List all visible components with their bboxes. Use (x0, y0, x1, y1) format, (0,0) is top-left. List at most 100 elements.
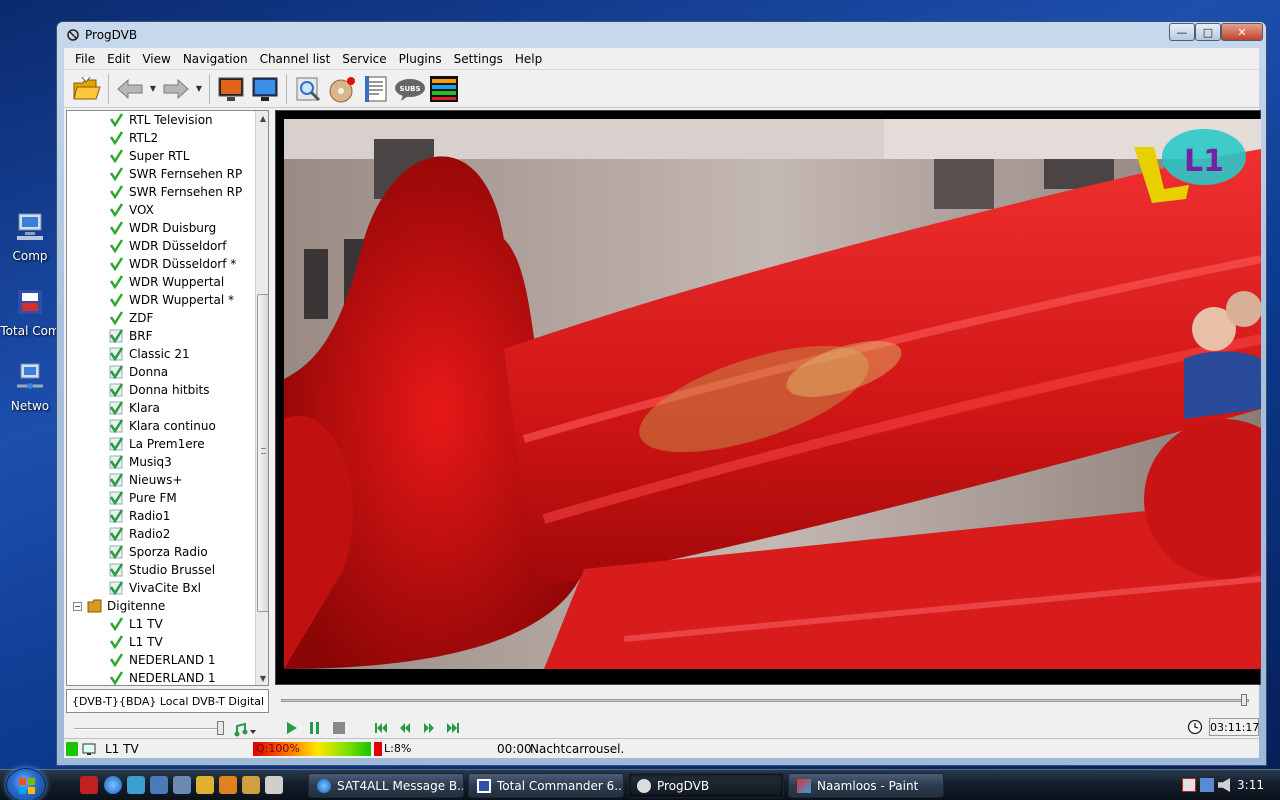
quicklaunch-pencil-icon[interactable] (242, 776, 260, 794)
channel-item[interactable]: L1 TV (109, 615, 163, 633)
tree-expander[interactable]: − (73, 601, 82, 611)
subtitles-button[interactable]: SUBS (393, 73, 427, 105)
channel-item[interactable]: WDR Wuppertal (109, 273, 224, 291)
seek-bar[interactable] (279, 691, 1253, 711)
open-button[interactable] (70, 73, 104, 105)
seek-thumb[interactable] (1241, 694, 1247, 706)
volume-slider-thumb[interactable] (217, 721, 224, 735)
menu-help[interactable]: Help (509, 52, 548, 66)
channel-item[interactable]: WDR Düsseldorf (109, 237, 226, 255)
rewind-button[interactable] (393, 717, 417, 739)
channel-item[interactable]: Donna hitbits (109, 381, 210, 399)
clock-icon[interactable] (1187, 719, 1203, 735)
quicklaunch-notes-icon[interactable] (196, 776, 214, 794)
scrollbar-thumb[interactable] (257, 294, 268, 612)
tv-mode-button[interactable] (214, 73, 248, 105)
channel-item[interactable]: Super RTL (109, 147, 189, 165)
tray-network-icon[interactable] (1182, 778, 1196, 792)
channel-item[interactable]: WDR Düsseldorf * (109, 255, 236, 273)
scroll-down-button[interactable]: ▼ (256, 671, 268, 685)
scan-button[interactable] (291, 73, 325, 105)
channel-item[interactable]: NEDERLAND 1 (109, 651, 216, 669)
back-button[interactable] (113, 73, 147, 105)
channel-item[interactable]: Klara continuo (109, 417, 216, 435)
quicklaunch-ie-icon[interactable] (104, 776, 122, 794)
maximize-button[interactable]: □ (1195, 23, 1221, 41)
channel-item[interactable]: Nieuws+ (109, 471, 182, 489)
menu-settings[interactable]: Settings (448, 52, 509, 66)
back-dropdown[interactable]: ▼ (147, 84, 159, 93)
video-panel[interactable]: L1 (275, 110, 1261, 685)
menu-view[interactable]: View (136, 52, 176, 66)
menu-service[interactable]: Service (336, 52, 392, 66)
audio-track-icon[interactable] (234, 722, 258, 738)
channel-item[interactable]: SWR Fernsehen RP (109, 183, 242, 201)
channel-item[interactable]: Pure FM (109, 489, 177, 507)
scroll-up-button[interactable]: ▲ (256, 111, 268, 125)
quicklaunch-window-icon[interactable] (173, 776, 191, 794)
quicklaunch-desktop-icon[interactable] (150, 776, 168, 794)
channel-item[interactable]: Klara (109, 399, 160, 417)
quicklaunch-save-icon[interactable] (80, 776, 98, 794)
channel-item[interactable]: L1 TV (109, 633, 163, 651)
channel-item[interactable]: Classic 21 (109, 345, 190, 363)
forward-button[interactable] (159, 73, 193, 105)
menu-file[interactable]: File (69, 52, 101, 66)
menu-navigation[interactable]: Navigation (177, 52, 254, 66)
desktop-icon-total-commander[interactable]: Total Com (0, 285, 60, 338)
monitor-button[interactable] (248, 73, 282, 105)
channel-item[interactable]: Studio Brussel (109, 561, 215, 579)
desktop-icon-computer[interactable]: Comp (0, 210, 60, 263)
record-button[interactable] (325, 73, 359, 105)
channel-item[interactable]: Radio2 (109, 525, 170, 543)
tray-volume-icon[interactable] (1218, 778, 1230, 792)
volume-track[interactable] (74, 728, 222, 730)
channel-item[interactable]: RTL Television (109, 111, 213, 129)
channel-item[interactable]: ZDF (109, 309, 153, 327)
channel-item[interactable]: RTL2 (109, 129, 158, 147)
menu-channel-list[interactable]: Channel list (254, 52, 337, 66)
close-button[interactable]: ✕ (1221, 23, 1263, 41)
taskbar-item-paint[interactable]: Naamloos - Paint (788, 773, 944, 798)
channel-group-digitenne[interactable]: − Digitenne (73, 597, 165, 615)
tv-channel-icon (109, 311, 123, 325)
minimize-button[interactable]: — (1169, 23, 1195, 41)
taskbar-item-total-commander[interactable]: Total Commander 6... (468, 773, 624, 798)
taskbar-item-progdvb[interactable]: ProgDVB (628, 773, 784, 798)
start-button[interactable] (6, 768, 46, 800)
menu-edit[interactable]: Edit (101, 52, 136, 66)
stop-button[interactable] (327, 717, 351, 739)
epg-button[interactable] (359, 73, 393, 105)
tray-display-icon[interactable] (1200, 778, 1214, 792)
menu-plugins[interactable]: Plugins (393, 52, 448, 66)
source-selector[interactable]: {DVB-T}{BDA} Local DVB-T Digital Antenna (66, 689, 269, 713)
channel-item[interactable]: VOX (109, 201, 154, 219)
title-bar[interactable]: ProgDVB — □ ✕ (57, 22, 1266, 48)
channel-item[interactable]: WDR Duisburg (109, 219, 216, 237)
channel-item[interactable]: Donna (109, 363, 168, 381)
skip-back-button[interactable] (369, 717, 393, 739)
channel-item[interactable]: Sporza Radio (109, 543, 208, 561)
desktop-icon-network[interactable]: Netwo (0, 360, 60, 413)
skip-forward-button[interactable] (441, 717, 465, 739)
channel-list[interactable]: ▲ ▼ RTL Television RTL2 Super RTL SWR Ferns… (66, 110, 269, 686)
channel-item[interactable]: Radio1 (109, 507, 170, 525)
channel-list-scrollbar[interactable]: ▲ ▼ (255, 111, 268, 685)
channel-item[interactable]: Musiq3 (109, 453, 172, 471)
taskbar-item-sat4all[interactable]: SAT4ALL Message B... (308, 773, 464, 798)
equalizer-button[interactable] (427, 73, 461, 105)
channel-item[interactable]: WDR Wuppertal * (109, 291, 234, 309)
quicklaunch-progdvb-icon[interactable] (265, 776, 283, 794)
channel-item[interactable]: SWR Fernsehen RP (109, 165, 242, 183)
quicklaunch-people-icon[interactable] (127, 776, 145, 794)
pause-button[interactable] (303, 717, 327, 739)
seek-track[interactable] (281, 699, 1249, 702)
play-button[interactable] (279, 717, 303, 739)
quicklaunch-media-icon[interactable] (219, 776, 237, 794)
forward-dropdown[interactable]: ▼ (193, 84, 205, 93)
channel-item[interactable]: La Prem1ere (109, 435, 205, 453)
channel-item[interactable]: BRF (109, 327, 152, 345)
channel-item[interactable]: VivaCite Bxl (109, 579, 201, 597)
fast-forward-button[interactable] (417, 717, 441, 739)
channel-item[interactable]: NEDERLAND 1 (109, 669, 216, 685)
